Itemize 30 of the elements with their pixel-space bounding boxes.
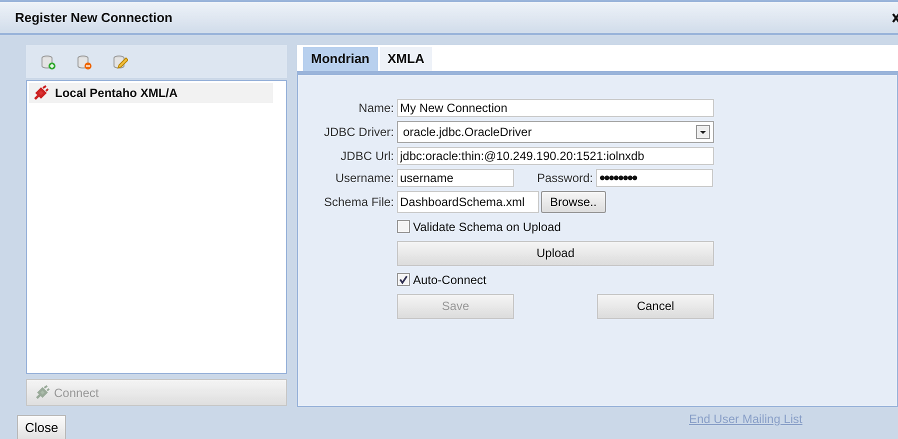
connection-item[interactable]: Local Pentaho XML/A [29, 83, 273, 103]
cancel-button[interactable]: Cancel [597, 294, 714, 319]
browse-button[interactable]: Browse.. [541, 190, 606, 213]
checkbox-label: Auto-Connect [413, 272, 486, 287]
field-label: Name: [358, 100, 394, 115]
field-label: JDBC Driver: [322, 124, 394, 139]
checkbox[interactable] [397, 220, 410, 234]
checkbox-label: Validate Schema on Upload [413, 220, 561, 234]
username-field[interactable]: username [397, 168, 514, 187]
tab[interactable]: XMLA [380, 46, 432, 71]
url-field[interactable]: jdbc:oracle:thin:@10.249.190.20:1521:iolnxdb [397, 146, 714, 165]
remove-database-icon[interactable] [76, 54, 92, 70]
plug-icon [35, 385, 50, 400]
add-database-icon[interactable] [40, 54, 56, 70]
field-label: JDBC Url: [340, 148, 394, 163]
edit-database-icon[interactable] [112, 54, 128, 70]
driver-dropdown[interactable]: oracle.jdbc.OracleDriver [397, 120, 714, 143]
plug-icon [33, 85, 49, 101]
field-label: Schema File: [322, 194, 394, 209]
close-icon[interactable] [892, 12, 898, 24]
field-label: Username: [334, 170, 394, 185]
checkbox[interactable] [397, 273, 410, 286]
password-field[interactable]: ●●●●●●●● [596, 168, 713, 187]
name-field[interactable]: My New Connection [397, 98, 714, 117]
schema-file-field[interactable]: DashboardSchema.xml [397, 190, 539, 213]
field-label: Password: [536, 170, 593, 185]
window-title: Register New Connection [15, 10, 172, 25]
upload-button[interactable]: Upload [397, 240, 714, 266]
close-button[interactable]: Close [17, 415, 66, 439]
tab[interactable]: Mondrian [303, 46, 378, 71]
